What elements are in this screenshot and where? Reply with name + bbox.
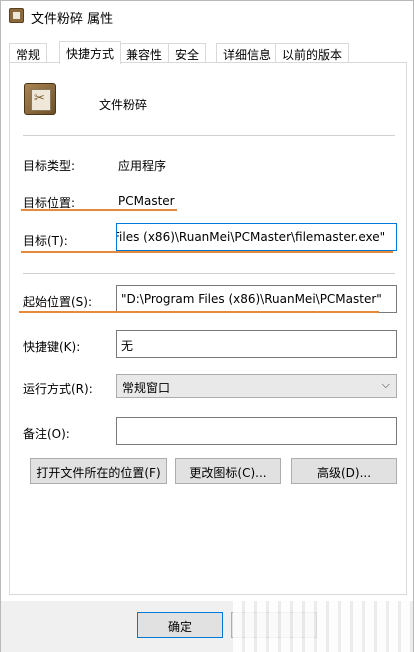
target-type-label: 目标类型:	[23, 159, 76, 173]
divider	[23, 273, 395, 274]
open-file-location-button[interactable]: 打开文件所在的位置(F)	[30, 458, 167, 484]
window-title: 文件粉碎 属性	[31, 12, 114, 27]
dialog-button-bar: 确定	[1, 601, 413, 652]
watermark-overlay	[233, 601, 413, 652]
run-select-value: 常规窗口	[122, 381, 171, 395]
target-label: 目标(T):	[23, 234, 68, 248]
shortcut-key-field[interactable]: 无	[116, 330, 397, 358]
app-title-icon	[9, 8, 24, 23]
shredder-app-icon	[24, 83, 56, 115]
shortcut-panel	[9, 62, 407, 595]
chevron-down-icon: ⌵	[381, 378, 390, 391]
tab-security[interactable]: 安全	[168, 43, 207, 63]
tab-shortcut[interactable]: 快捷方式	[59, 41, 122, 64]
ok-button[interactable]: 确定	[137, 612, 223, 638]
title-bar: 文件粉碎 属性	[1, 1, 413, 31]
run-label: 运行方式(R):	[23, 382, 93, 396]
target-value: Files (x86)\RuanMei\PCMaster\filemaster.…	[116, 230, 386, 244]
comment-label: 备注(O):	[23, 427, 70, 441]
target-location-value: PCMaster	[118, 194, 175, 208]
annotation-underline	[21, 209, 177, 211]
start-in-value: "D:\Program Files (x86)\RuanMei\PCMaster…	[121, 292, 382, 306]
tab-compatibility[interactable]: 兼容性	[119, 43, 170, 63]
divider	[23, 135, 395, 136]
start-in-field[interactable]: "D:\Program Files (x86)\RuanMei\PCMaster…	[116, 285, 397, 313]
tab-general[interactable]: 常规	[9, 43, 48, 63]
tab-details[interactable]: 详细信息	[216, 43, 279, 63]
change-icon-button[interactable]: 更改图标(C)...	[175, 458, 281, 484]
start-in-label: 起始位置(S):	[23, 295, 93, 309]
advanced-button[interactable]: 高级(D)...	[291, 458, 397, 484]
run-select[interactable]: 常规窗口 ⌵	[116, 374, 397, 398]
properties-window: 文件粉碎 属性 常规 快捷方式 兼容性 安全 详细信息 以前的版本 文件粉碎 目…	[0, 0, 414, 652]
tab-previous-versions[interactable]: 以前的版本	[275, 43, 350, 63]
target-field[interactable]: Files (x86)\RuanMei\PCMaster\filemaster.…	[116, 223, 397, 251]
target-type-value: 应用程序	[118, 159, 167, 173]
shortcut-key-label: 快捷键(K):	[23, 340, 81, 354]
tab-strip: 常规 快捷方式 兼容性 安全 详细信息 以前的版本	[9, 41, 409, 64]
annotation-underline	[19, 311, 379, 313]
shortcut-key-value: 无	[121, 339, 134, 353]
annotation-underline	[21, 251, 393, 253]
comment-field[interactable]	[116, 417, 397, 445]
shortcut-name: 文件粉碎	[99, 98, 148, 112]
